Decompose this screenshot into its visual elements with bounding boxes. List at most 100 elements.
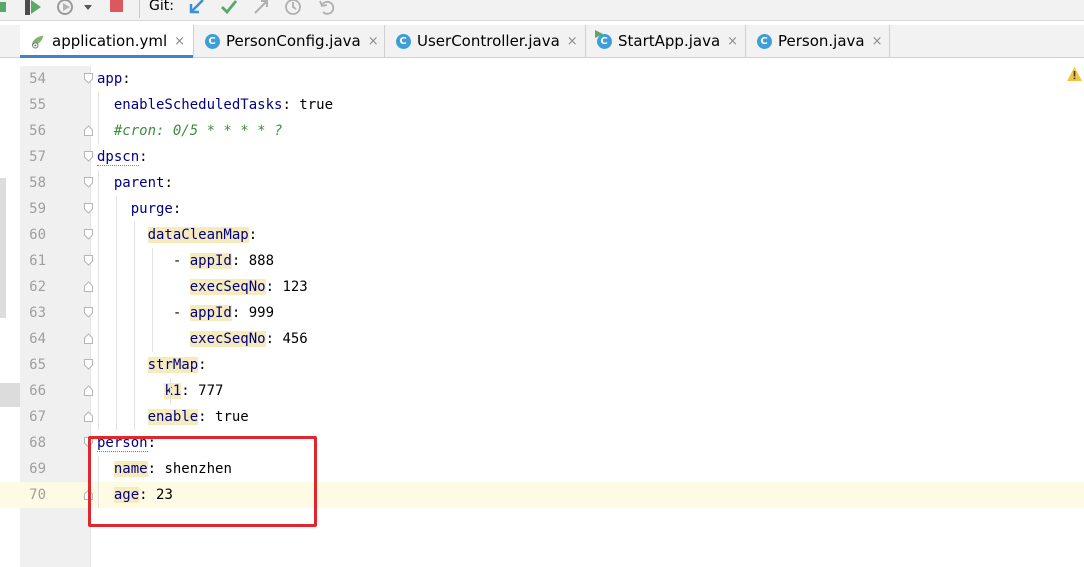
code-line[interactable]: 65 strMap: [0, 352, 1084, 378]
tab-label: PersonConfig.java [226, 32, 361, 50]
line-number: 65 [29, 357, 46, 373]
yaml-value: 888 [240, 253, 275, 269]
yaml-key: appId [189, 253, 232, 269]
code-line[interactable]: 60 dataCleanMap: [0, 222, 1084, 248]
yaml-key: dataCleanMap [147, 227, 249, 243]
line-number: 62 [29, 279, 46, 295]
run-icon[interactable] [24, 0, 42, 16]
close-icon[interactable]: × [727, 34, 738, 49]
git-label: Git: [149, 0, 174, 14]
git-commit-icon[interactable] [220, 0, 238, 16]
yaml-key: enableScheduledTasks [113, 97, 283, 113]
code-line[interactable]: 66 k1: 777 [0, 378, 1084, 404]
fold-open-icon[interactable] [84, 359, 93, 370]
yaml-value: 777 [189, 383, 224, 399]
git-history-icon[interactable] [284, 0, 302, 16]
code-text: purge: [130, 201, 182, 217]
line-number: 57 [29, 149, 46, 165]
fold-end-icon[interactable] [84, 125, 93, 136]
fold-open-icon[interactable] [84, 177, 93, 188]
code-text: enable: true [147, 409, 249, 425]
dropdown-arrow-icon[interactable] [83, 0, 93, 16]
yaml-file-icon [30, 33, 46, 49]
line-number: 67 [29, 409, 46, 425]
class-icon: C [395, 33, 411, 49]
yaml-value: true [290, 97, 334, 113]
code-line[interactable]: 57 dpscn: [0, 144, 1084, 170]
fold-open-icon[interactable] [84, 203, 93, 214]
close-icon[interactable]: × [567, 34, 578, 49]
line-number: 54 [29, 71, 46, 87]
git-update-icon[interactable] [188, 0, 206, 16]
code-text: execSeqNo: 123 [189, 279, 308, 295]
tab-personconfig-java[interactable]: C PersonConfig.java × [194, 25, 385, 57]
close-icon[interactable]: × [872, 34, 883, 49]
line-number: 64 [29, 331, 46, 347]
fold-open-icon[interactable] [84, 255, 93, 266]
code-line[interactable]: 62 execSeqNo: 123 [0, 274, 1084, 300]
git-compare-icon[interactable] [252, 0, 270, 16]
code-text: - appId: 888 [172, 253, 275, 269]
code-line[interactable]: 55 enableScheduledTasks: true [0, 92, 1084, 118]
code-text: parent: [113, 175, 173, 191]
tab-label: application.yml [52, 32, 168, 50]
yaml-value: true [206, 409, 249, 425]
close-icon[interactable]: × [368, 34, 379, 49]
code-text: strMap: [147, 357, 207, 373]
build-icon[interactable] [0, 0, 10, 16]
yaml-key: strMap [147, 357, 199, 373]
line-number: 56 [29, 123, 46, 139]
line-number: 66 [29, 383, 46, 399]
close-icon[interactable]: × [174, 34, 185, 49]
fold-end-icon[interactable] [84, 385, 93, 396]
line-number: 69 [29, 461, 46, 477]
line-number: 70 [20, 482, 46, 508]
tab-application-yml[interactable]: application.yml × [20, 25, 194, 58]
fold-open-icon[interactable] [84, 229, 93, 240]
tab-person-java[interactable]: C Person.java × [746, 25, 890, 57]
code-line[interactable]: 63 - appId: 999 [0, 300, 1084, 326]
code-text: dataCleanMap: [147, 227, 258, 243]
tab-startapp-java[interactable]: C StartApp.java × [586, 25, 746, 57]
code-text: execSeqNo: 456 [189, 331, 308, 347]
git-rollback-icon[interactable] [318, 0, 336, 16]
line-number: 58 [29, 175, 46, 191]
warning-icon[interactable] [1067, 66, 1082, 85]
indent-guide [116, 196, 117, 430]
class-icon: C [756, 33, 772, 49]
fold-end-icon[interactable] [84, 281, 93, 292]
profile-icon[interactable] [56, 0, 76, 16]
indent-guide [98, 92, 99, 144]
tab-label: Person.java [778, 32, 865, 50]
yaml-key: k1 [164, 383, 182, 399]
fold-end-icon[interactable] [84, 411, 93, 422]
code-line[interactable]: 59 purge: [0, 196, 1084, 222]
code-line[interactable]: 56 #cron: 0/5 * * * * ? [0, 118, 1084, 144]
code-line[interactable]: 67 enable: true [0, 404, 1084, 430]
yaml-key: appId [189, 305, 232, 321]
stop-icon[interactable] [109, 0, 125, 16]
code-line[interactable]: 58 parent: [0, 170, 1084, 196]
yaml-key: app [97, 71, 123, 87]
yaml-key: execSeqNo [189, 331, 266, 347]
annotation-highlight-box [88, 436, 317, 527]
fold-open-icon[interactable] [84, 73, 93, 84]
class-icon: C [204, 33, 220, 49]
code-line[interactable]: 54 app: [0, 66, 1084, 92]
fold-open-icon[interactable] [84, 307, 93, 318]
editor-tabbar: application.yml × C PersonConfig.java × … [0, 25, 1084, 58]
yaml-key: parent [113, 175, 165, 191]
tab-usercontroller-java[interactable]: C UserController.java × [385, 25, 586, 57]
code-line[interactable]: 61 - appId: 888 [0, 248, 1084, 274]
yaml-value: 456 [274, 331, 308, 347]
indent-guide [134, 222, 135, 430]
fold-end-icon[interactable] [84, 333, 93, 344]
yaml-value: 999 [240, 305, 275, 321]
code-text: dpscn: [97, 149, 148, 166]
code-text: #cron: 0/5 * * * * ? [97, 118, 283, 144]
main-toolbar: Git: [0, 0, 1084, 21]
yaml-key: enable [147, 409, 199, 425]
code-line[interactable]: 64 execSeqNo: 456 [0, 326, 1084, 352]
line-number: 61 [29, 253, 46, 269]
fold-open-icon[interactable] [84, 151, 93, 162]
